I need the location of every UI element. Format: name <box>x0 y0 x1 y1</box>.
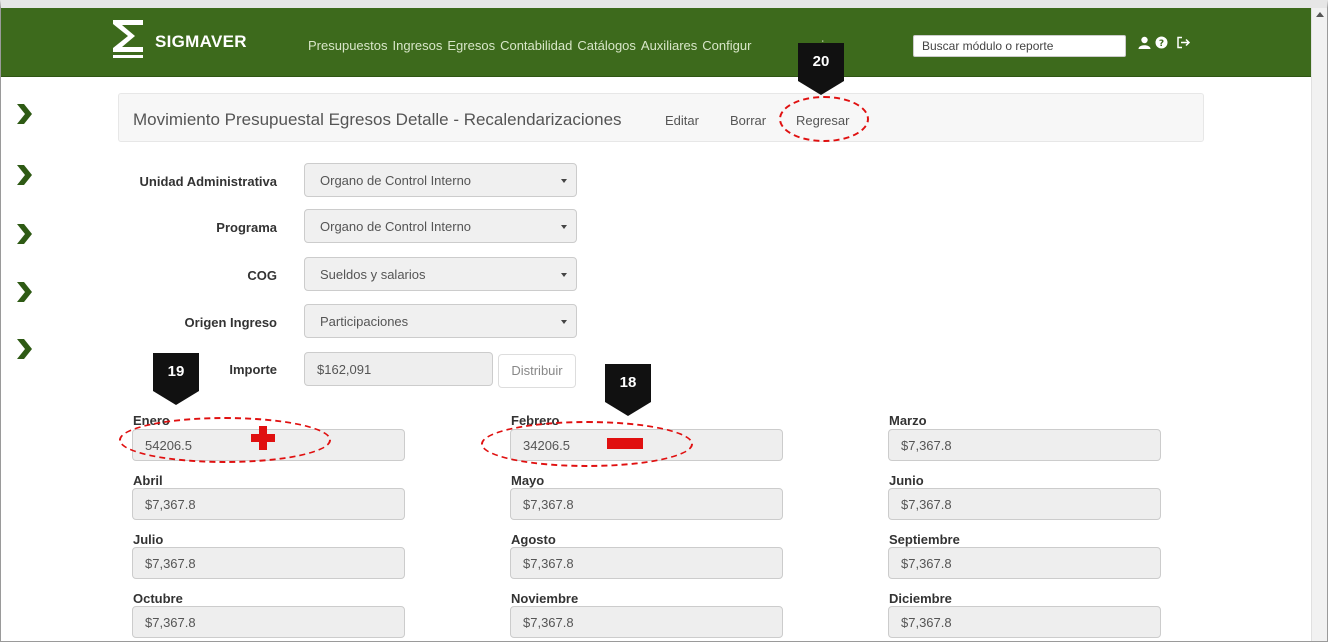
programa-select-value: Organo de Control Interno <box>320 219 472 234</box>
cog-select[interactable]: Sueldos y salarios <box>304 257 577 291</box>
month-input-abril[interactable]: $7,367.8 <box>132 488 405 520</box>
brand-name: SIGMAVER <box>155 32 247 51</box>
month-label-diciembre: Diciembre <box>889 591 952 606</box>
month-input-octubre[interactable]: $7,367.8 <box>132 606 405 638</box>
month-label-noviembre: Noviembre <box>511 591 579 606</box>
app-window: SIGMAVER Presupuestos Ingresos Egresos C… <box>0 0 1328 642</box>
help-icon[interactable]: ? <box>1155 36 1168 49</box>
menu-item-egresos[interactable]: Egresos <box>447 38 495 53</box>
programa-select[interactable]: Organo de Control Interno <box>304 209 577 243</box>
month-label-junio: Junio <box>889 473 924 488</box>
highlight-ellipse-febrero <box>481 421 693 467</box>
month-input-septiembre[interactable]: $7,367.8 <box>888 547 1161 579</box>
month-input-julio[interactable]: $7,367.8 <box>132 547 405 579</box>
scroll-up-icon[interactable] <box>1316 12 1324 17</box>
caret-down-icon <box>561 179 567 183</box>
caret-down-icon <box>561 225 567 229</box>
month-input-mayo[interactable]: $7,367.8 <box>510 488 783 520</box>
svg-text:?: ? <box>1159 39 1164 49</box>
chevron-right-icon[interactable] <box>15 339 33 359</box>
menu-item-presupuestos[interactable]: Presupuestos <box>308 38 388 53</box>
month-label-abril: Abril <box>133 473 163 488</box>
month-label-septiembre: Septiembre <box>889 532 960 547</box>
main-menu: Presupuestos Ingresos Egresos Contabilid… <box>308 38 843 53</box>
unidad-select-value: Organo de Control Interno <box>320 173 472 188</box>
origen-select-value: Participaciones <box>320 314 409 329</box>
menu-item-auxiliares[interactable]: Auxiliares <box>641 38 697 53</box>
chevron-right-icon[interactable] <box>15 224 33 244</box>
brand[interactable]: SIGMAVER <box>109 14 247 64</box>
month-input-agosto[interactable]: $7,367.8 <box>510 547 783 579</box>
month-label-octubre: Octubre <box>133 591 183 606</box>
month-label-julio: Julio <box>133 532 164 547</box>
distribuir-button[interactable]: Distribuir <box>498 354 576 388</box>
callout-20: 20 <box>798 43 844 95</box>
page-header: Movimiento Presupuestal Egresos Detalle … <box>118 93 1204 142</box>
top-navbar: SIGMAVER Presupuestos Ingresos Egresos C… <box>1 8 1311 77</box>
callout-19: 19 <box>153 353 199 405</box>
month-input-noviembre[interactable]: $7,367.8 <box>510 606 783 638</box>
caret-down-icon <box>561 320 567 324</box>
programa-label: Programa <box>216 220 277 235</box>
nav-icons: ? <box>1138 36 1191 49</box>
highlight-ellipse-enero <box>119 417 331 463</box>
callout-18: 18 <box>605 364 651 416</box>
menu-item-contabilidad[interactable]: Contabilidad <box>500 38 572 53</box>
cog-label: COG <box>247 268 277 283</box>
importe-input[interactable]: $162,091 <box>304 352 493 386</box>
sigmaver-logo-icon <box>113 20 143 58</box>
plus-icon <box>251 426 275 450</box>
chevron-right-icon[interactable] <box>15 104 33 124</box>
menu-item-configuracion[interactable]: Configur <box>702 38 751 53</box>
page-title: Movimiento Presupuestal Egresos Detalle … <box>133 110 622 129</box>
caret-down-icon <box>561 273 567 277</box>
month-label-agosto: Agosto <box>511 532 556 547</box>
menu-item-catalogos[interactable]: Catálogos <box>577 38 636 53</box>
user-icon[interactable] <box>1138 36 1151 49</box>
unidad-select[interactable]: Organo de Control Interno <box>304 163 577 197</box>
delete-link[interactable]: Borrar <box>730 113 766 128</box>
cog-select-value: Sueldos y salarios <box>320 267 426 282</box>
month-input-diciembre[interactable]: $7,367.8 <box>888 606 1161 638</box>
unidad-label: Unidad Administrativa <box>139 174 277 189</box>
highlight-ellipse-regresar <box>779 96 869 142</box>
chevron-right-icon[interactable] <box>15 165 33 185</box>
minus-icon <box>607 438 643 449</box>
chevron-right-icon[interactable] <box>15 282 33 302</box>
search-input[interactable] <box>913 35 1126 57</box>
month-input-marzo[interactable]: $7,367.8 <box>888 429 1161 461</box>
scrollbar[interactable] <box>1311 8 1327 641</box>
origen-label: Origen Ingreso <box>184 315 277 330</box>
month-label-marzo: Marzo <box>889 413 927 428</box>
menu-item-ingresos[interactable]: Ingresos <box>393 38 443 53</box>
origen-select[interactable]: Participaciones <box>304 304 577 338</box>
month-label-mayo: Mayo <box>511 473 545 488</box>
logout-icon[interactable] <box>1176 36 1191 49</box>
edit-link[interactable]: Editar <box>665 113 699 128</box>
month-input-junio[interactable]: $7,367.8 <box>888 488 1161 520</box>
